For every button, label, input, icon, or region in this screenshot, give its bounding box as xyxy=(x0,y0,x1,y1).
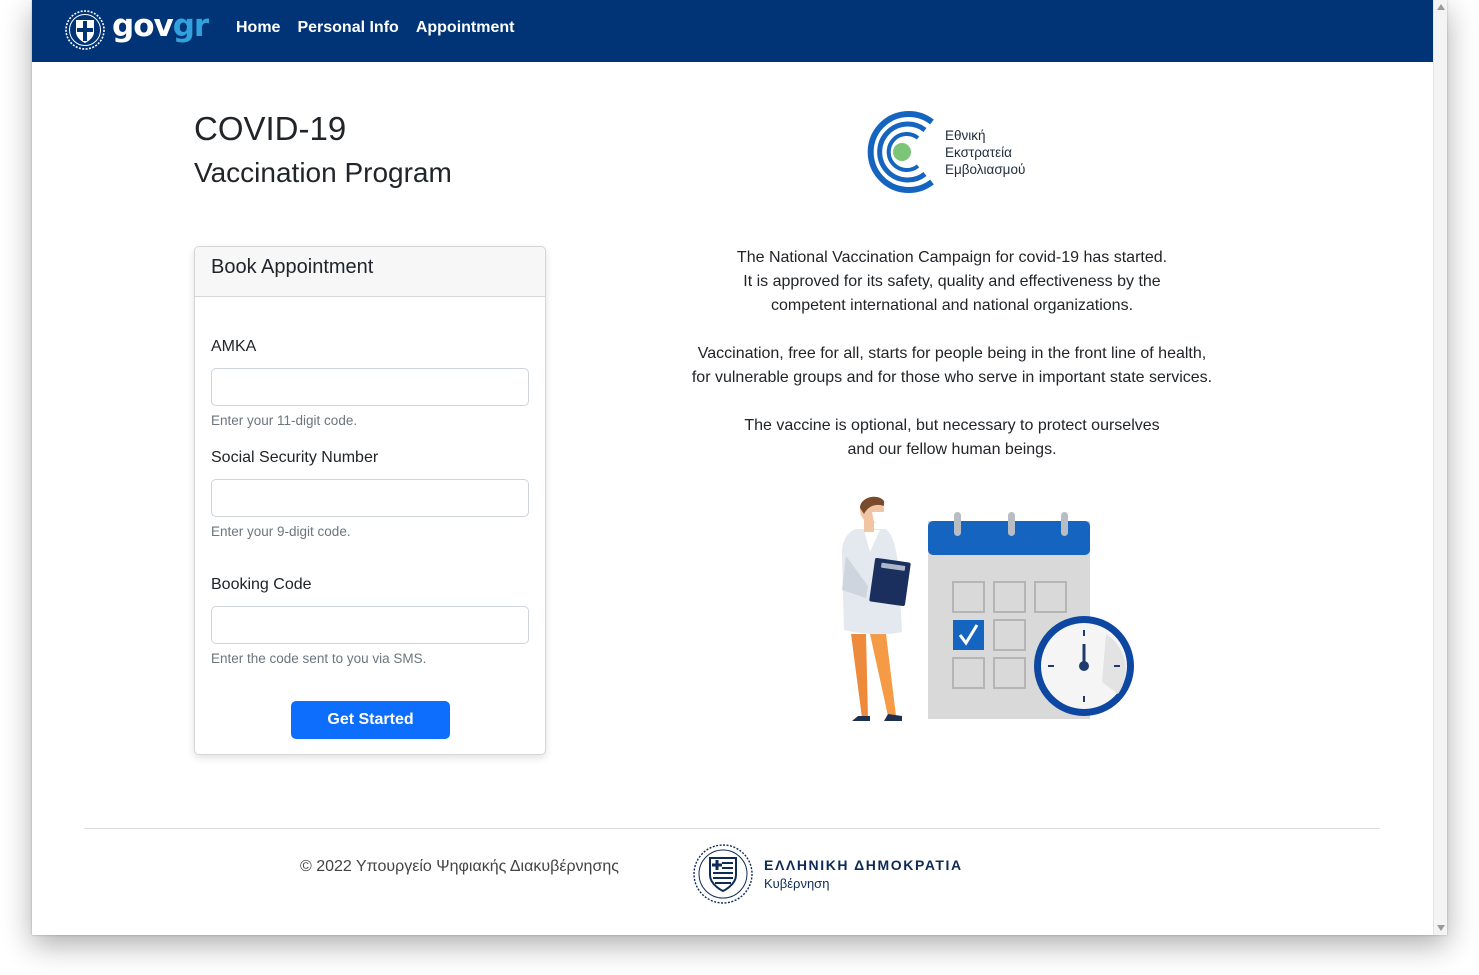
info-line: It is approved for its safety, quality a… xyxy=(743,273,1161,290)
top-navbar: govgr Home Personal Info Appointment xyxy=(32,0,1433,62)
doctor-calendar-illustration xyxy=(841,496,1134,721)
hellenic-republic-logo: ΕΛΛΗΝΙΚΗ ΔΗΜΟΚΡΑΤΙΑ Κυβέρνηση xyxy=(692,843,963,905)
amka-help-text: Enter your 11-digit code. xyxy=(211,413,358,428)
org-name: ΕΛΛΗΝΙΚΗ ΔΗΜΟΚΡΑΤΙΑ xyxy=(764,857,963,873)
org-subtitle: Κυβέρνηση xyxy=(764,876,830,891)
ssn-input[interactable] xyxy=(211,479,529,517)
info-line: The National Vaccination Campaign for co… xyxy=(736,249,1168,266)
campaign-logo-line: Εθνική xyxy=(945,127,986,143)
nav-link-home[interactable]: Home xyxy=(236,19,280,37)
get-started-button[interactable]: Get Started xyxy=(291,701,450,739)
scroll-down-icon[interactable] xyxy=(1437,925,1445,931)
nav-link-personal-info[interactable]: Personal Info xyxy=(297,19,398,37)
govgr-logo[interactable]: govgr xyxy=(64,7,209,51)
ssn-label: Social Security Number xyxy=(211,449,379,466)
brand-wordmark: govgr xyxy=(112,7,209,44)
campaign-info: The National Vaccination Campaign for co… xyxy=(652,246,1252,486)
info-paragraph: The National Vaccination Campaign for co… xyxy=(652,246,1252,318)
info-line: The vaccine is optional, but necessary t… xyxy=(744,417,1160,434)
info-paragraph: The vaccine is optional, but necessary t… xyxy=(652,414,1252,462)
campaign-logo-line: Εμβολιασμού xyxy=(945,161,1026,177)
amka-label: AMKA xyxy=(211,338,257,355)
info-line: Vaccination, free for all, starts for pe… xyxy=(697,345,1207,362)
campaign-logo-icon xyxy=(867,111,934,193)
brand-part-gov: gov xyxy=(112,7,174,44)
page-title: COVID-19 xyxy=(194,110,347,147)
campaign-logo: Εθνική Εκστρατεία Εμβολιασμού xyxy=(860,108,1025,196)
ssn-help-text: Enter your 9-digit code. xyxy=(211,524,351,539)
book-appointment-card: Book Appointment AMKA Enter your 11-digi… xyxy=(194,246,546,755)
nav-links: Home Personal Info Appointment xyxy=(236,19,531,37)
copyright-text: © 2022 Υπουργείο Ψηφιακής Διακυβέρνησης xyxy=(300,858,619,875)
booking-code-label: Booking Code xyxy=(211,576,312,593)
footer-divider xyxy=(84,828,1380,829)
footer-logo-text: ΕΛΛΗΝΙΚΗ ΔΗΜΟΚΡΑΤΙΑ Κυβέρνηση xyxy=(764,857,963,891)
booking-code-input[interactable] xyxy=(211,606,529,644)
brand-part-gr: gr xyxy=(172,7,209,44)
info-paragraph: Vaccination, free for all, starts for pe… xyxy=(652,342,1252,390)
greek-emblem-icon xyxy=(65,10,105,50)
info-line: competent international and national org… xyxy=(770,297,1134,314)
page-subtitle: Vaccination Program xyxy=(194,157,452,188)
hellenic-republic-emblem-icon xyxy=(693,844,753,904)
nav-link-appointment[interactable]: Appointment xyxy=(416,19,515,37)
browser-window: govgr Home Personal Info Appointment COV… xyxy=(32,0,1447,935)
card-header: Book Appointment xyxy=(195,247,545,297)
amka-input[interactable] xyxy=(211,368,529,406)
campaign-logo-line: Εκστρατεία xyxy=(945,144,1012,160)
info-line: for vulnerable groups and for those who … xyxy=(691,369,1213,386)
campaign-logo-text: Εθνική Εκστρατεία Εμβολιασμού xyxy=(945,127,1025,178)
vertical-scrollbar[interactable] xyxy=(1433,0,1447,935)
info-line: and our fellow human beings. xyxy=(847,441,1057,458)
booking-code-help-text: Enter the code sent to you via SMS. xyxy=(211,651,427,666)
scroll-up-icon[interactable] xyxy=(1437,4,1445,10)
